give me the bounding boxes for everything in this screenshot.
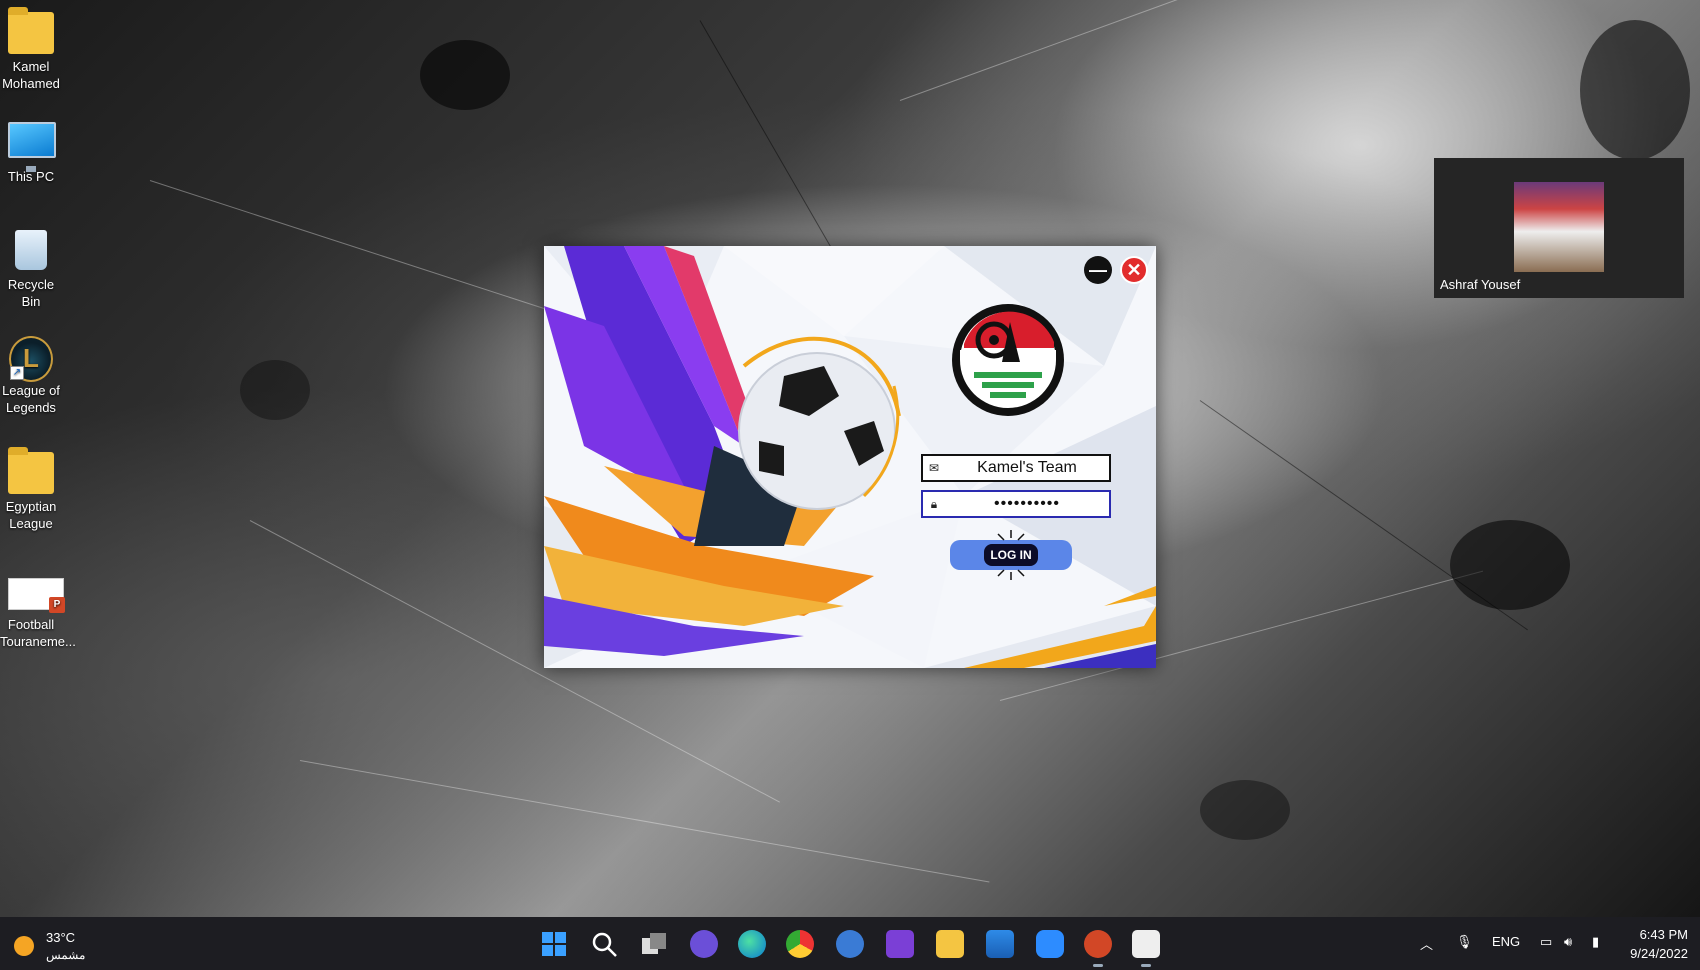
zoom-icon[interactable]	[1036, 930, 1064, 958]
login-window: — ✕ ✉ Kamel's Team 🔒︎ •••••••••• LOG IN	[544, 246, 1156, 668]
battery-icon[interactable]: ▮	[1592, 934, 1599, 950]
password-field[interactable]: 🔒︎ ••••••••••	[921, 490, 1111, 518]
football-player-artwork	[544, 246, 901, 656]
desktop-icon-label: Football Touraneme...	[0, 617, 76, 649]
app-icon[interactable]	[836, 930, 864, 958]
desktop-icon-egyptian-league[interactable]: Egyptian League	[0, 447, 62, 532]
username-field[interactable]: ✉ Kamel's Team	[921, 454, 1111, 482]
clock-date: 9/24/2022	[1630, 946, 1688, 961]
close-button[interactable]: ✕	[1120, 256, 1148, 284]
microphone-icon[interactable]: 🎙︎	[1456, 934, 1473, 950]
recycle-bin-icon	[8, 230, 54, 272]
clock[interactable]: 6:43 PM 9/24/2022	[1630, 925, 1688, 963]
user-folder-icon	[8, 7, 54, 54]
monitor-icon	[8, 122, 56, 172]
task-view-icon[interactable]	[640, 930, 668, 958]
login-button[interactable]: LOG IN	[950, 530, 1072, 580]
powerpoint-file-icon: P	[8, 578, 65, 613]
shortcut-arrow-icon: ↗	[10, 366, 24, 380]
desktop-icon-label: Egyptian League	[5, 499, 57, 531]
participant-name: Ashraf Yousef	[1440, 277, 1521, 292]
powerpoint-icon[interactable]	[1084, 930, 1112, 967]
clock-time: 6:43 PM	[1639, 927, 1688, 942]
chrome-browser-icon[interactable]	[786, 930, 814, 958]
desktop-icon-label: Kamel Mohamed	[2, 59, 60, 91]
search-icon[interactable]	[590, 930, 618, 958]
network-icon[interactable]: ▭	[1540, 934, 1552, 950]
desktop-icon-label: League of Legends	[2, 383, 60, 415]
start-button-windows-icon[interactable]	[540, 930, 568, 958]
weather-temperature: 33°C	[46, 930, 76, 945]
username-value: Kamel's Team	[977, 459, 1077, 476]
visual-studio-icon[interactable]	[886, 930, 914, 958]
edge-browser-icon[interactable]	[738, 930, 766, 958]
desktop-icon-league-of-legends[interactable]: L ↗ League of Legends	[0, 336, 62, 416]
java-app-icon[interactable]	[1132, 930, 1160, 967]
file-explorer-icon[interactable]	[936, 930, 964, 958]
login-button-label: LOG IN	[984, 544, 1038, 566]
chevron-up-icon[interactable]: ︿	[1420, 934, 1433, 953]
envelope-icon: ✉	[928, 461, 940, 475]
password-value: ••••••••••	[993, 495, 1060, 512]
desktop-icon-recycle-bin[interactable]: Recycle Bin	[0, 230, 62, 310]
speaker-icon[interactable]: 🔊︎	[1564, 934, 1572, 950]
desktop-icon-user-folder[interactable]: Kamel Mohamed	[0, 7, 62, 92]
desktop-icon-label: Recycle Bin	[7, 277, 55, 309]
folder-icon	[8, 447, 54, 494]
microsoft-store-icon[interactable]	[986, 930, 1014, 958]
video-call-tile[interactable]: Ashraf Yousef	[1434, 158, 1684, 298]
desktop-icon-football-tournament[interactable]: P Football Touraneme...	[0, 578, 76, 650]
chat-icon[interactable]	[690, 930, 718, 958]
minimize-button[interactable]: —	[1084, 256, 1112, 284]
sun-icon	[14, 936, 34, 956]
language-indicator[interactable]: ENG	[1492, 934, 1520, 949]
team-logo-icon	[952, 304, 1064, 416]
taskbar: 33°C مشمس ︿ 🎙︎ ENG ▭ 🔊︎ ▮ 6:43 PM 9/24/2…	[0, 917, 1700, 970]
league-of-legends-icon: L ↗	[8, 336, 54, 382]
participant-photo	[1514, 182, 1604, 272]
weather-condition: مشمس	[46, 948, 86, 962]
lock-icon: 🔒︎	[930, 496, 938, 511]
desktop-icon-this-pc[interactable]: This PC	[0, 122, 62, 185]
